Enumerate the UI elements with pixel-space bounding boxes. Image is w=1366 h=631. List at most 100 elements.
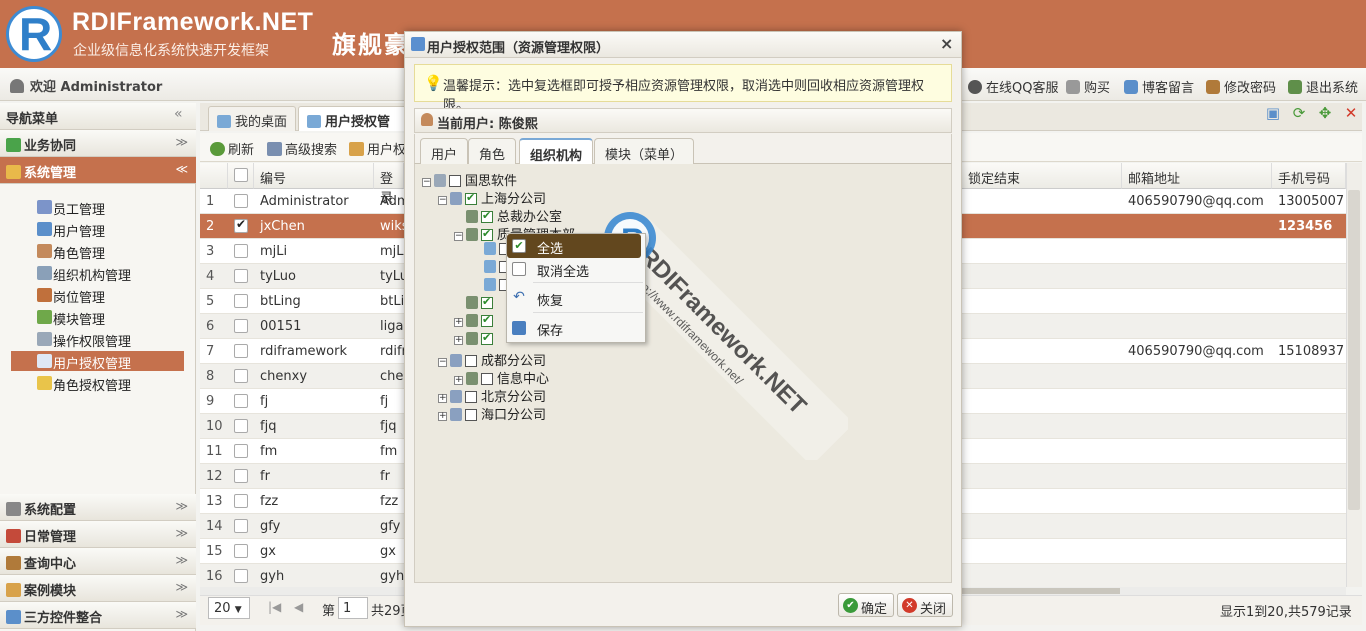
expand-icon[interactable]: + [438,394,447,403]
collapse-icon[interactable]: − [438,358,447,367]
row-checkbox[interactable] [234,519,248,533]
collapse-icon[interactable]: − [454,232,463,241]
dialog-tab-user[interactable]: 用户 [420,138,469,164]
grid-header-checkbox[interactable] [228,163,254,189]
row-checkbox[interactable] [234,344,248,358]
select-all-checkbox[interactable] [234,168,248,182]
tree-checkbox[interactable] [465,355,477,367]
row-checkbox[interactable] [234,444,248,458]
expand-icon[interactable]: + [454,318,463,327]
nav-item-organization[interactable]: 组织机构管理 [11,263,184,284]
nav-section-third-party[interactable]: 三方控件整合 ≫ [0,602,196,629]
nav-item-user[interactable]: 用户管理 [11,219,184,240]
page-input[interactable]: 1 [338,597,368,619]
collapse-icon[interactable]: − [438,196,447,205]
tree-checkbox[interactable] [465,391,477,403]
tree-checkbox[interactable] [449,175,461,187]
tree-node-chengdu[interactable]: − 成都分公司 [438,350,546,369]
dialog-close-icon[interactable]: × [940,34,953,53]
prev-page-icon[interactable]: ◀ [294,600,303,614]
refresh-tab-icon[interactable]: ⟳ [1290,104,1308,122]
nav-item-user-authorization[interactable]: 用户授权管理 [11,351,184,372]
nav-section-cases[interactable]: 案例模块 ≫ [0,575,196,602]
tree-checkbox[interactable] [481,373,493,385]
tree-node-root[interactable]: − 国思软件 [422,170,517,189]
nav-item-module[interactable]: 模块管理 [11,307,184,328]
row-checkbox[interactable] [234,494,248,508]
grid-header-email[interactable]: 邮箱地址 [1122,163,1272,189]
tree-node-beijing[interactable]: + 北京分公司 [438,386,546,405]
advanced-search-button[interactable]: 高级搜索 [267,139,337,158]
row-checkbox[interactable] [234,269,248,283]
nav-item-operation-permission[interactable]: 操作权限管理 [11,329,184,350]
maximize-icon[interactable]: ✥ [1316,104,1334,122]
tab-user-authorization[interactable]: 用户授权管理 [298,106,408,149]
user-permission-button[interactable]: 用户权 [349,139,406,158]
row-checkbox[interactable] [234,244,248,258]
grid-header-lock-end[interactable]: 锁定结束 [962,163,1122,189]
collapse-nav-icon[interactable]: « [174,106,183,122]
row-checkbox[interactable] [234,469,248,483]
row-checkbox[interactable] [234,544,248,558]
tree-checkbox[interactable] [465,191,477,205]
qq-support-link[interactable]: 在线QQ客服 [968,77,1058,96]
nav-item-role[interactable]: 角色管理 [11,241,184,262]
tree-node-haikou[interactable]: + 海口分公司 [438,404,546,423]
window-icon[interactable]: ▣ [1264,104,1282,122]
tree-checkbox[interactable] [481,295,493,309]
tree-checkbox[interactable] [481,313,493,327]
tree-node-president-office[interactable]: 总裁办公室 [466,206,562,225]
grid-header-login[interactable]: 登录 [374,163,404,206]
nav-section-daily[interactable]: 日常管理 ≫ [0,521,196,548]
ok-button[interactable]: ✔ 确定 [838,593,895,617]
grid-header-mobile[interactable]: 手机号码 [1272,163,1346,189]
tab-desktop[interactable]: 我的桌面 [208,106,297,131]
context-restore[interactable]: ↶ 恢复 [507,286,645,310]
row-checkbox[interactable] [234,319,248,333]
close-button[interactable]: ✕ 关闭 [897,593,954,617]
tree-checkbox[interactable] [465,409,477,421]
nav-section-system[interactable]: 系统管理 ≪ [0,157,196,184]
tree-node-info-center[interactable]: + 信息中心 [454,368,549,387]
grid-scroll-thumb[interactable] [1348,190,1360,510]
tree-checkbox[interactable] [481,209,493,223]
nav-item-employee[interactable]: 员工管理 [11,197,184,218]
first-page-icon[interactable]: |◀ [268,600,281,614]
context-select-all[interactable]: ✔ 全选 [507,234,641,258]
tree-node-shanghai-child[interactable] [466,295,497,314]
row-checkbox[interactable] [234,419,248,433]
expand-icon[interactable]: + [454,336,463,345]
dialog-tab-module[interactable]: 模块（菜单） [594,138,695,164]
tree-node-shanghai-child[interactable]: + [454,313,497,332]
row-checkbox[interactable] [234,369,248,383]
nav-section-collab[interactable]: 业务协同 ≫ [0,130,196,157]
nav-item-post[interactable]: 岗位管理 [11,285,184,306]
row-checkbox[interactable] [234,217,248,233]
nav-item-role-authorization[interactable]: 角色授权管理 [11,373,184,394]
row-checkbox[interactable] [234,569,248,583]
tree-node-shanghai-child[interactable]: + [454,331,497,350]
nav-section-query[interactable]: 查询中心 ≫ [0,548,196,575]
dialog-tab-organization[interactable]: 组织机构 [519,138,594,164]
change-password-link[interactable]: 修改密码 [1206,77,1276,96]
page-size-select[interactable]: 20 ▼ [208,597,250,619]
buy-link[interactable]: 购买 [1066,77,1110,96]
collapse-icon[interactable]: − [422,178,431,187]
row-checkbox[interactable] [234,294,248,308]
blog-link[interactable]: 博客留言 [1124,77,1194,96]
row-checkbox[interactable] [234,394,248,408]
tree-checkbox[interactable] [481,227,493,241]
expand-icon[interactable]: + [454,376,463,385]
nav-section-config[interactable]: 系统配置 ≫ [0,494,196,521]
logout-link[interactable]: 退出系统 [1288,77,1358,96]
tree-node-shanghai[interactable]: − 上海分公司 [438,188,546,207]
context-save[interactable]: 保存 [507,316,645,340]
refresh-button[interactable]: 刷新 [210,139,254,158]
row-checkbox[interactable] [234,194,248,208]
context-deselect-all[interactable]: 取消全选 [507,257,645,281]
dialog-tab-role[interactable]: 角色 [468,138,517,164]
grid-header-code[interactable]: 编号 [254,163,374,189]
expand-icon[interactable]: + [438,412,447,421]
tree-checkbox[interactable] [481,331,493,345]
close-tab-icon[interactable]: ✕ [1342,104,1360,122]
